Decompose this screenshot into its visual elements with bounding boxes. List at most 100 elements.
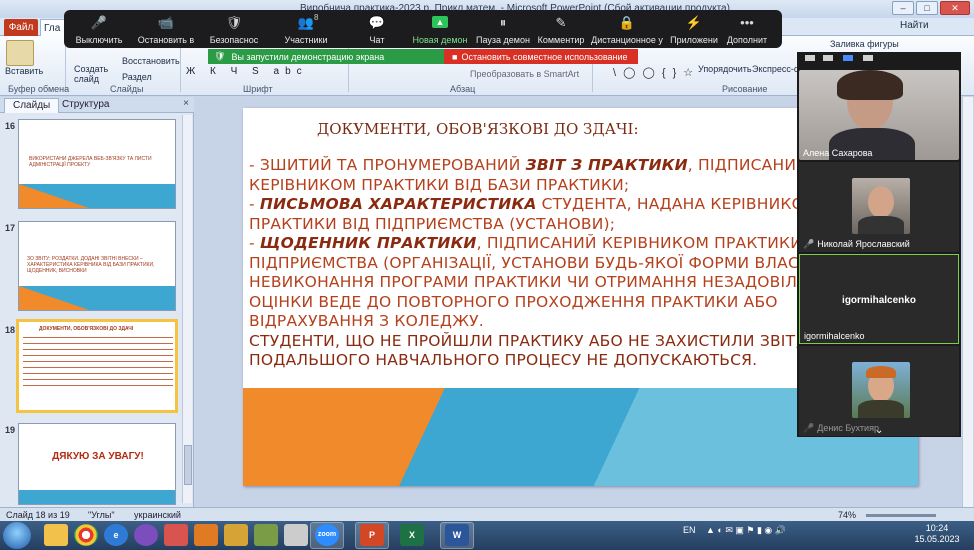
arrange-button[interactable]: Упорядочить [698, 64, 752, 74]
slide-editor-scrollbar[interactable] [962, 97, 973, 507]
speaker-view-icon[interactable] [823, 55, 833, 61]
apps-button[interactable]: ⚡ Приложени [666, 10, 722, 48]
apps-label: Приложени [670, 35, 718, 45]
thumbnail-triangle [19, 184, 89, 208]
media-icon[interactable] [164, 524, 188, 546]
zoom-icon[interactable]: zoom [315, 524, 339, 546]
system-clock[interactable]: 10:24 15.05.2023 [912, 523, 962, 545]
participant-name: 🎤 Денис Бухтияр [803, 423, 879, 433]
participant-name: igormihalcenko [804, 331, 865, 341]
maximize-button[interactable]: □ [916, 1, 938, 15]
tab-outline[interactable]: Структура [54, 98, 117, 113]
security-label: Безопаснос [209, 35, 259, 45]
minimize-button[interactable]: – [892, 1, 914, 15]
tab-home[interactable]: Гла [40, 19, 66, 36]
slide-thumbnail-17[interactable]: ЗО ЗВІТУ: РОЗДАТКИ. ДОДАНІ ЗВІТНІ ВНЕСКИ… [18, 221, 176, 311]
explorer-icon[interactable] [44, 524, 68, 546]
zoom-meeting-toolbar: 🎤 Выключить 📹 Остановить в 🛡 Безопаснос … [64, 10, 782, 48]
gallery-view-controls [797, 52, 961, 68]
mic-muted-icon: 🎤 [803, 239, 815, 249]
zoom-video-gallery: Алена Сахарова 🎤 Николай Ярославский igor… [797, 52, 961, 437]
thumbnail-title: ДЯКУЮ ЗА УВАГУ! [52, 451, 144, 462]
chevron-down-icon[interactable]: ⌄ [875, 425, 883, 436]
language-indicator[interactable]: украинский [134, 510, 181, 520]
participant-tile[interactable]: Алена Сахарова [799, 70, 959, 160]
close-button[interactable]: ✕ [940, 1, 970, 15]
viber-icon[interactable] [134, 524, 158, 546]
face-shape [868, 186, 894, 218]
word-icon[interactable]: W [445, 524, 469, 546]
participant-name: 🎤 Николай Ярославский [803, 239, 910, 249]
participants-icon: 👥 [297, 15, 315, 30]
shapes-gallery[interactable]: \ ◯ ◯ { } ☆ [613, 66, 695, 79]
tray-icons[interactable]: ▲ ◐ ✉ ▣ ⚑ ▮ ◉ 🔊 [706, 525, 786, 536]
powerpoint-icon[interactable]: P [360, 524, 384, 546]
shield-icon: 🛡 [225, 15, 243, 30]
language-switch[interactable]: EN [683, 525, 696, 535]
stop-video-button[interactable]: 📹 Остановить в [130, 10, 202, 48]
zoom-level[interactable]: 74% [838, 510, 856, 520]
chat-label: Чат [369, 35, 385, 45]
app-icon[interactable] [254, 524, 278, 546]
shield-icon: 🛡 [214, 51, 226, 61]
thumbnail-text: ЗО ЗВІТУ: РОЗДАТКИ. ДОДАНІ ЗВІТНІ ВНЕСКИ… [27, 256, 155, 274]
font-format-buttons[interactable]: Ж К Ч S abc [186, 66, 308, 77]
minimize-view-icon[interactable] [805, 55, 815, 61]
slide-number: 19 [5, 425, 16, 435]
slide-thumbnail-18[interactable]: ДОКУМЕНТИ, ОБОВ'ЯЗКОВІ ДО ЗДАЧІ [16, 319, 178, 413]
thumbnail-title: ДОКУМЕНТИ, ОБОВ'ЯЗКОВІ ДО ЗДАЧІ [39, 326, 134, 332]
tab-file[interactable]: Файл [4, 19, 38, 36]
thumbnail-text: ВИКОРИСТАНИ ДЖЕРЕЛА ВЕБ-ЗВ'ЯЗКУ ТА ЛИСТИ… [29, 156, 152, 168]
group-label-clipboard: Буфер обмена [8, 84, 70, 94]
slide-number: 17 [5, 223, 16, 233]
start-button[interactable] [3, 522, 31, 549]
mute-button[interactable]: 🎤 Выключить [68, 10, 130, 48]
remote-control-button[interactable]: 🔒 Дистанционное у [588, 10, 666, 48]
video-feed [852, 178, 910, 234]
more-icon: ••• [740, 15, 754, 30]
theme-name: "Углы" [88, 510, 115, 520]
chat-icon: 💬 [368, 15, 386, 30]
grid-view-icon[interactable] [863, 55, 873, 61]
participants-button[interactable]: 👥 8 Участники [266, 10, 346, 48]
pause-share-button[interactable]: ⏸ Пауза демон [472, 10, 534, 48]
group-label-drawing: Рисование [722, 84, 768, 94]
ie-icon[interactable]: e [104, 524, 128, 546]
scrollbar-thumb[interactable] [184, 445, 192, 485]
slide-title[interactable]: ДОКУМЕНТИ, ОБОВ'ЯЗКОВІ ДО ЗДАЧІ: [317, 120, 639, 138]
participant-tile[interactable]: 🎤 Николай Ярославский [799, 162, 959, 252]
participant-tile[interactable]: igormihalcenko igormihalcenko [799, 254, 959, 344]
new-share-button[interactable]: ▲ Новая демон [408, 10, 472, 48]
paint-icon[interactable] [284, 524, 308, 546]
slides-pane-scrollbar[interactable] [182, 115, 192, 503]
smartart-button[interactable]: Преобразовать в SmartArt [470, 69, 579, 79]
zoom-slider[interactable] [866, 514, 936, 517]
find-button[interactable]: Найти [900, 20, 929, 31]
hair-shape [837, 70, 903, 100]
new-slide-button[interactable]: Создать слайд [74, 64, 108, 84]
paste-icon[interactable] [6, 40, 34, 66]
presentation-icon[interactable] [194, 524, 218, 546]
excel-icon[interactable]: X [400, 524, 424, 546]
shape-fill-button[interactable]: Заливка фигуры [830, 39, 899, 49]
chrome-icon[interactable] [74, 524, 98, 546]
strip-view-icon[interactable] [843, 55, 853, 61]
paste-button[interactable]: Вставить [5, 66, 43, 76]
slide-thumbnail-16[interactable]: ВИКОРИСТАНИ ДЖЕРЕЛА ВЕБ-ЗВ'ЯЗКУ ТА ЛИСТИ… [18, 119, 176, 209]
chat-button[interactable]: 💬 Чат [346, 10, 408, 48]
slide-thumbnail-19[interactable]: ДЯКУЮ ЗА УВАГУ! [18, 423, 176, 505]
stop-share-button[interactable]: ■ Остановить совместное использование [444, 49, 638, 64]
shoulders-shape [858, 400, 904, 418]
restore-button[interactable]: Восстановить [122, 56, 180, 66]
folder-icon[interactable] [224, 524, 248, 546]
camera-icon: 📹 [157, 15, 175, 30]
thumbnail-body-lines [23, 334, 173, 386]
status-bar: Слайд 18 из 19 "Углы" украинский 74% [0, 507, 974, 521]
close-icon[interactable]: × [183, 98, 189, 109]
participant-tile[interactable]: 🎤 Денис Бухтияр ⌄ [799, 346, 959, 436]
tab-slides[interactable]: Слайды [4, 98, 60, 113]
security-button[interactable]: 🛡 Безопаснос [202, 10, 266, 48]
annotate-button[interactable]: ✎ Комментир [534, 10, 588, 48]
section-button[interactable]: Раздел [122, 72, 152, 82]
more-button[interactable]: ••• Дополнит [722, 10, 772, 48]
